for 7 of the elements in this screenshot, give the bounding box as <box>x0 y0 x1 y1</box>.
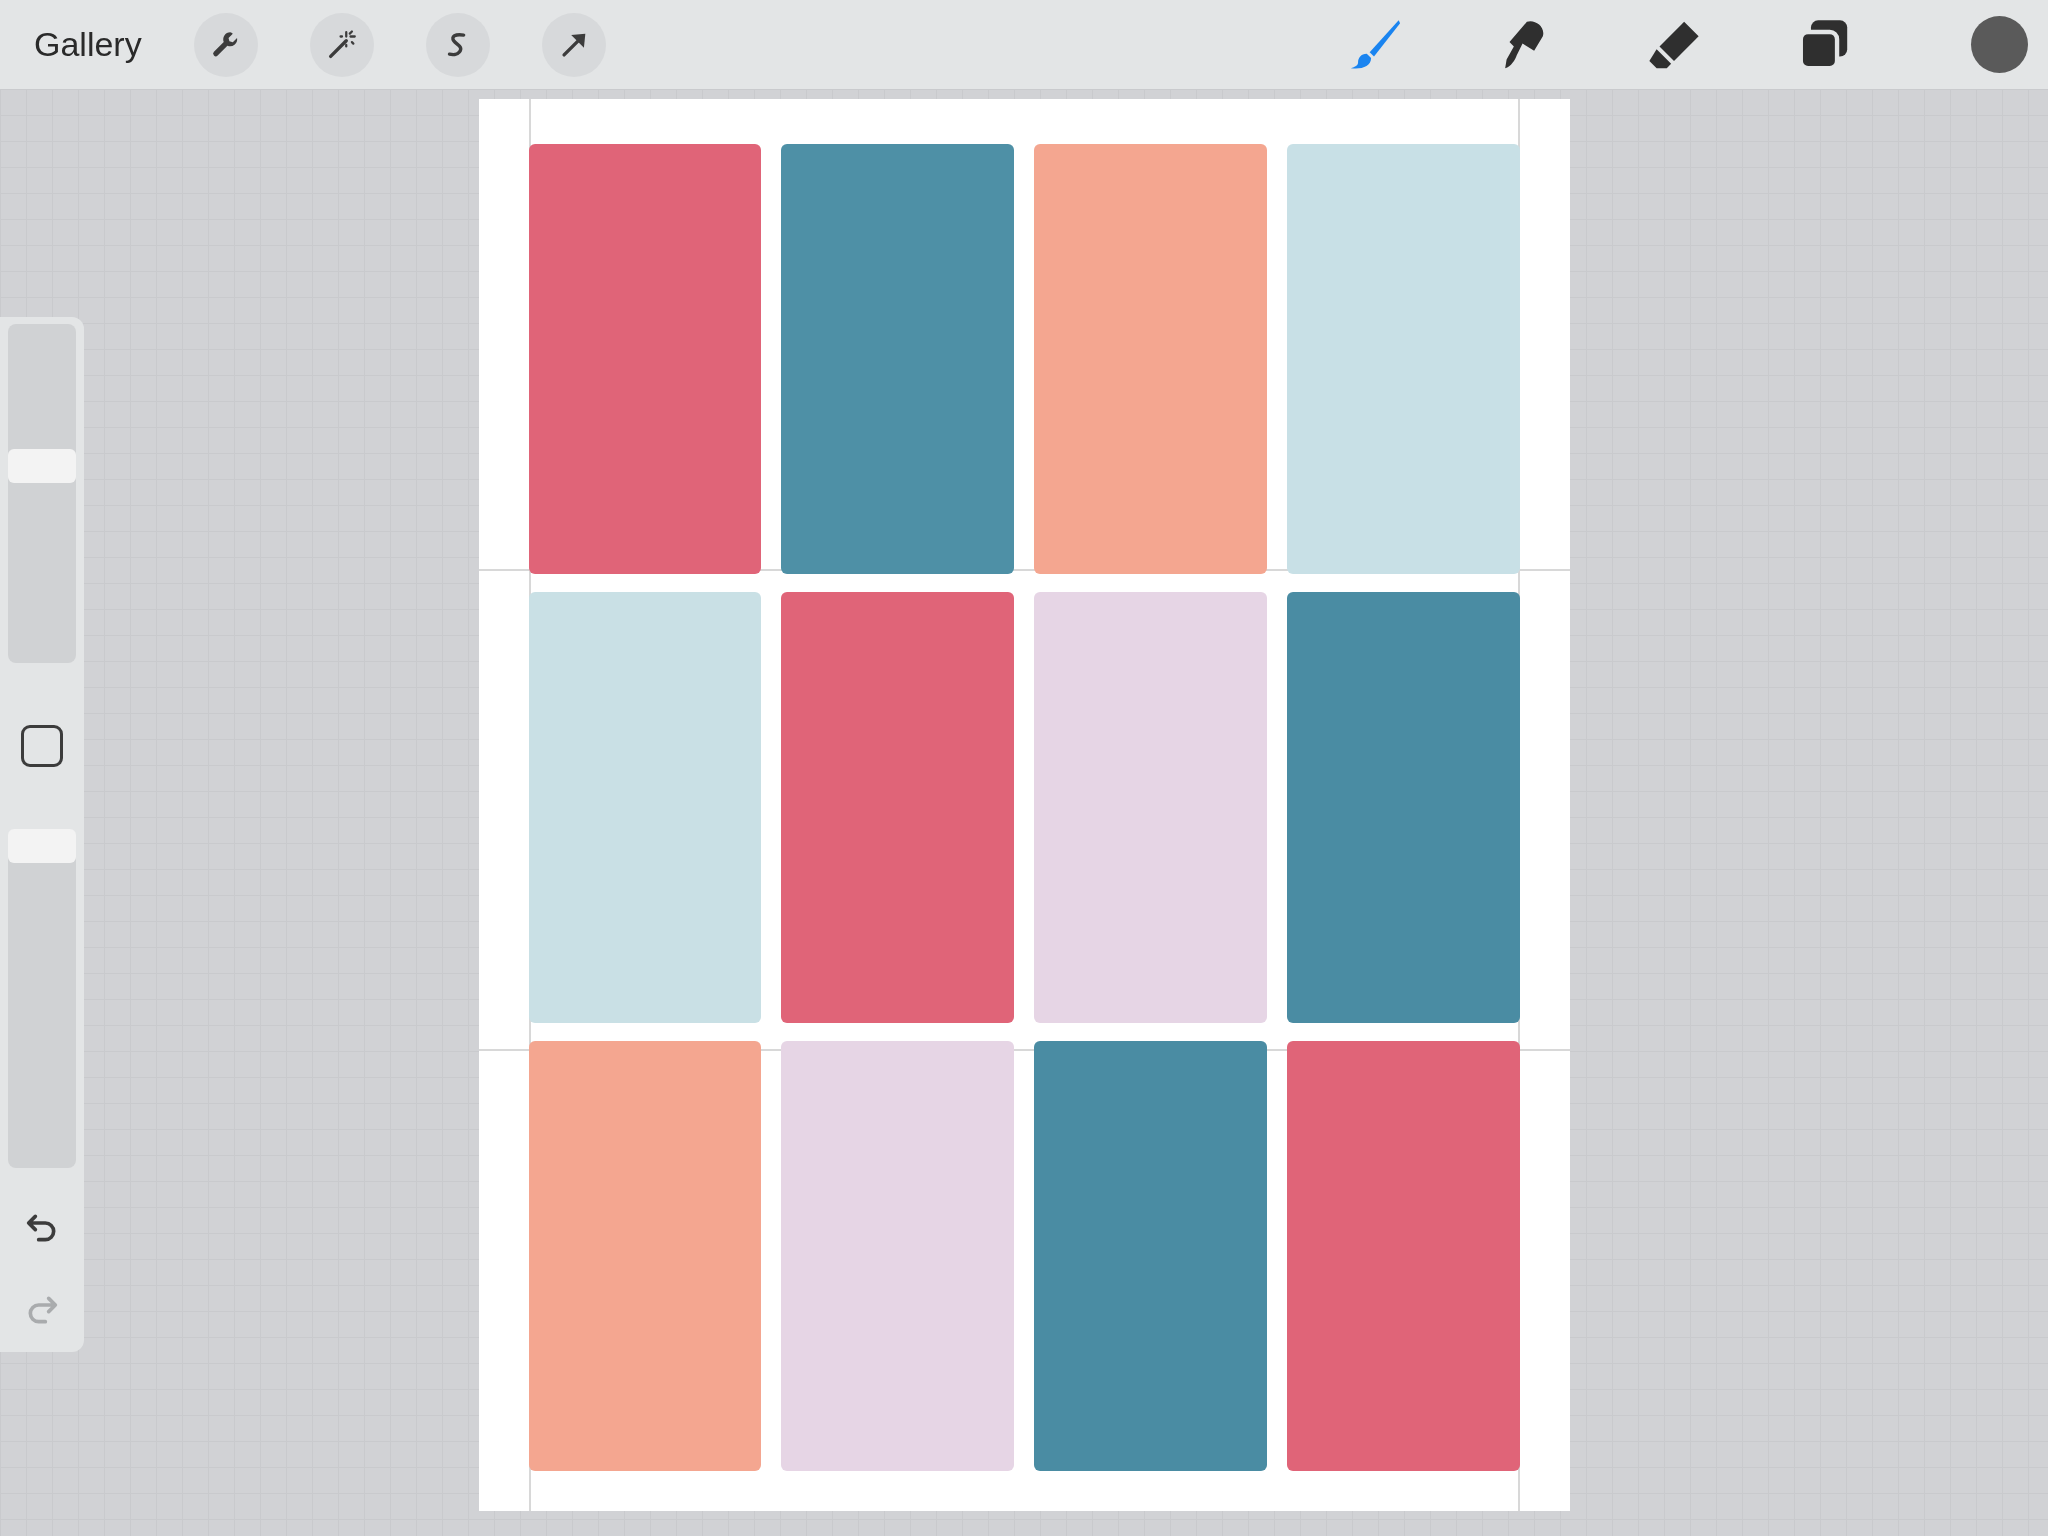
slider-thumb[interactable] <box>8 449 76 484</box>
modify-button[interactable] <box>21 725 63 767</box>
brush-size-slider[interactable] <box>8 324 76 663</box>
gallery-button[interactable]: Gallery <box>30 25 146 64</box>
color-picker[interactable] <box>1971 16 2028 73</box>
slider-thumb[interactable] <box>8 829 76 863</box>
opacity-slider[interactable] <box>8 829 76 1168</box>
